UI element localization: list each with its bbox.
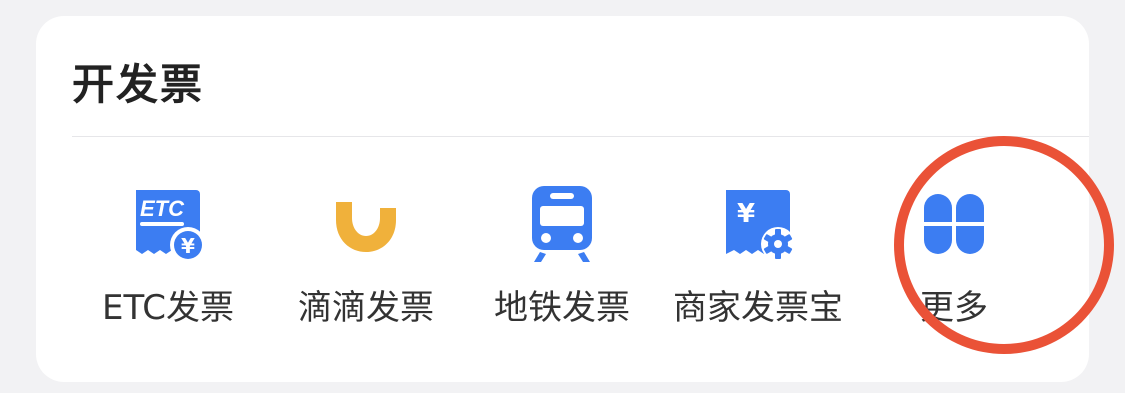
etc-invoice-label: ETC发票: [102, 288, 234, 328]
etc-invoice-icon: ETC ¥: [126, 182, 210, 266]
merchant-invoice-label: 商家发票宝: [673, 288, 843, 328]
didi-invoice-label: 滴滴发票: [298, 288, 434, 328]
svg-text:¥: ¥: [181, 234, 195, 258]
svg-text:ETC: ETC: [140, 196, 185, 221]
more-label: 更多: [920, 288, 988, 328]
subway-invoice-item[interactable]: 地铁发票: [472, 176, 652, 356]
more-grid-icon: [912, 182, 996, 266]
merchant-invoice-item[interactable]: ¥ 商家发票宝: [668, 176, 848, 356]
didi-logo-icon: [324, 182, 408, 266]
merchant-invoice-icon: ¥: [716, 182, 800, 266]
more-item[interactable]: 更多: [864, 176, 1044, 356]
etc-invoice-item[interactable]: ETC ¥ ETC发票: [78, 176, 258, 356]
invoice-card: 开发票 ETC ¥ ETC发票 滴滴发票 地铁发票 ¥ 商家发票宝 更多: [36, 16, 1089, 382]
subway-train-icon: [520, 182, 604, 266]
divider: [72, 136, 1089, 137]
didi-invoice-item[interactable]: 滴滴发票: [276, 176, 456, 356]
svg-text:¥: ¥: [737, 199, 755, 229]
subway-invoice-label: 地铁发票: [494, 288, 630, 328]
section-title: 开发票: [72, 60, 205, 109]
